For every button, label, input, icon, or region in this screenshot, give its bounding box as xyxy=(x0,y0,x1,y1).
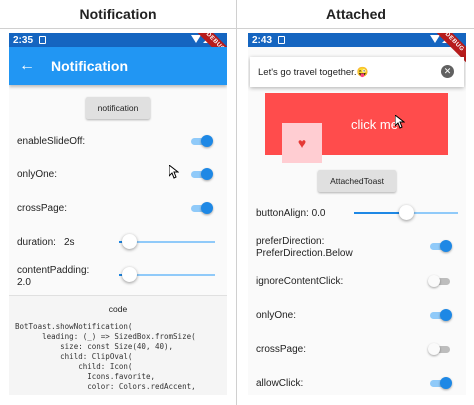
column-title-notification: Notification xyxy=(79,6,157,22)
button-align-label: buttonAlign: 0.0 xyxy=(256,208,326,219)
code-panel: code BotToast.showNotification( leading:… xyxy=(9,295,227,395)
duration-value: 2s xyxy=(64,237,75,248)
duration-label: duration: xyxy=(17,237,56,248)
phone-notification: 2:35 DEBUG ← Notification notification e… xyxy=(9,33,227,395)
content-padding-value: 2.0 xyxy=(17,277,31,288)
prefer-direction-label: preferDirection: PreferDirection.Below xyxy=(256,236,353,260)
header-divider xyxy=(0,28,474,29)
allow-click-label: allowClick: xyxy=(256,378,304,389)
status-time: 2:35 xyxy=(13,34,34,46)
column-title-attached: Attached xyxy=(326,6,386,22)
only-one-switch[interactable] xyxy=(428,309,452,321)
mouse-cursor-icon xyxy=(395,115,405,129)
column-divider xyxy=(236,0,237,405)
sd-card-icon xyxy=(278,36,286,44)
content-padding-label: contentPadding: 2.0 xyxy=(17,265,89,289)
attached-toast-button[interactable]: AttachedToast xyxy=(318,170,396,192)
notification-button[interactable]: notification xyxy=(86,97,150,119)
cross-page-switch[interactable] xyxy=(428,343,452,355)
prefer-direction-value: PreferDirection.Below xyxy=(256,248,353,259)
cross-page-switch[interactable] xyxy=(189,202,213,214)
status-time: 2:43 xyxy=(252,34,273,46)
only-one-label: onlyOne: xyxy=(17,169,58,180)
phone-attached: 2:43 DEBUG Let's go travel together.😜 ✕ … xyxy=(248,33,466,395)
wifi-icon xyxy=(430,35,440,43)
ignore-content-click-label: ignoreContentClick: xyxy=(256,276,344,287)
click-me-label: click me xyxy=(351,117,398,132)
mouse-cursor-icon xyxy=(169,165,179,179)
page-title: Notification xyxy=(51,58,128,74)
enable-slide-off-switch[interactable] xyxy=(189,135,213,147)
slider-thumb[interactable] xyxy=(399,205,414,220)
cross-page-label: crossPage: xyxy=(17,203,68,214)
wifi-icon xyxy=(191,35,201,43)
content-padding-label-line1: contentPadding: xyxy=(17,265,90,276)
heart-icon: ♥ xyxy=(297,135,307,151)
close-icon[interactable]: ✕ xyxy=(441,65,454,78)
allow-click-switch[interactable] xyxy=(428,377,452,389)
toast-text: Let's go travel together.😜 xyxy=(258,66,369,78)
code-title: code xyxy=(108,304,128,314)
favorite-heart-box: ♥ xyxy=(282,123,322,163)
prefer-direction-label-line1: preferDirection: xyxy=(256,236,325,247)
app-bar: ← Notification xyxy=(9,47,227,85)
only-one-switch[interactable] xyxy=(189,168,213,180)
content-padding-slider[interactable] xyxy=(119,267,215,283)
only-one-label: onlyOne: xyxy=(256,310,297,321)
sd-card-icon xyxy=(39,36,47,44)
code-snippet: BotToast.showNotification( leading: (_) … xyxy=(15,322,196,391)
click-me-area[interactable]: ♥ click me xyxy=(265,93,448,163)
button-align-slider[interactable] xyxy=(354,205,458,221)
prefer-direction-switch[interactable] xyxy=(428,240,452,252)
enable-slide-off-label: enableSlideOff: xyxy=(17,136,86,147)
ignore-content-click-switch[interactable] xyxy=(428,275,452,287)
slider-thumb[interactable] xyxy=(121,267,137,282)
toast-notification[interactable]: Let's go travel together.😜 ✕ xyxy=(250,57,464,87)
back-arrow-icon[interactable]: ← xyxy=(9,57,45,75)
cross-page-label: crossPage: xyxy=(256,344,307,355)
slider-thumb[interactable] xyxy=(121,234,137,249)
status-bar: 2:43 DEBUG xyxy=(248,33,466,65)
status-bar: 2:35 DEBUG xyxy=(9,33,227,65)
duration-slider[interactable] xyxy=(119,234,215,250)
